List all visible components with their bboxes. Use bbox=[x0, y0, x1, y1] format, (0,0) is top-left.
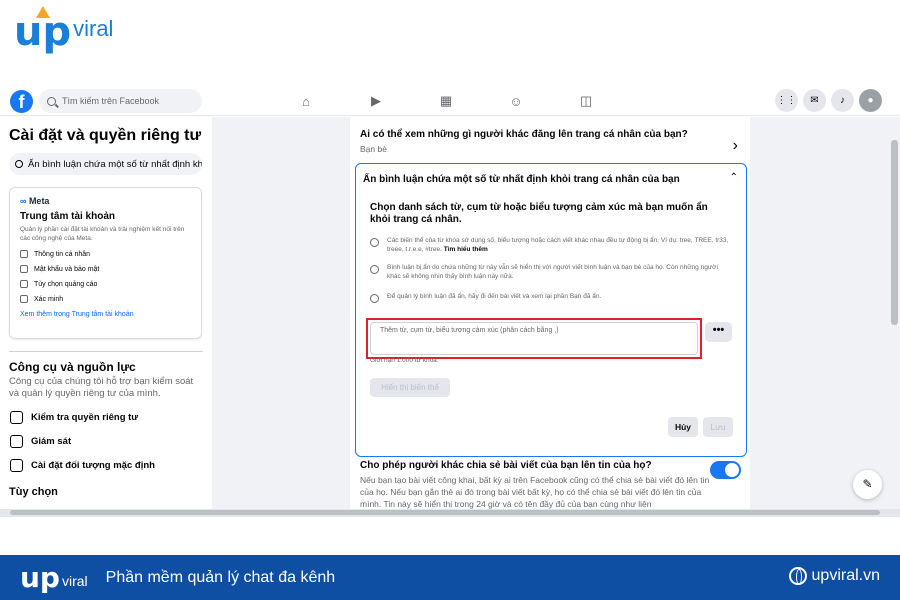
row-value: Bạn bè bbox=[360, 144, 387, 154]
row-desc: Nếu bạn tạo bài viết công khai, bất kỳ a… bbox=[360, 475, 710, 509]
search-placeholder: Tìm kiếm trên Facebook bbox=[62, 96, 160, 106]
comment-icon bbox=[370, 294, 379, 303]
chevron-right-icon: › bbox=[732, 137, 738, 154]
footer-banner: up viral Phần mềm quản lý chat đa kênh u… bbox=[0, 555, 900, 600]
sidebar-item-privacy-checkup[interactable]: Kiểm tra quyền riêng tư bbox=[10, 410, 212, 424]
account-center-card[interactable]: ∞ Meta Trung tâm tài khoản Quản lý phần … bbox=[9, 187, 202, 339]
info-variants: Các biến thể của từ khóa sử dụng số, biể… bbox=[370, 236, 730, 254]
footer-logo-main: up bbox=[20, 560, 60, 594]
menu-grid-icon[interactable]: ⋮⋮ bbox=[775, 89, 798, 112]
shield-icon bbox=[20, 265, 28, 273]
footer-site-text: upviral.vn bbox=[811, 567, 880, 584]
sidebar-item-default-audience[interactable]: Cài đặt đối tượng mặc định bbox=[10, 458, 212, 472]
settings-sidebar: Cài đặt và quyền riêng tư Ẩn bình luận c… bbox=[0, 117, 212, 509]
footer-logo-sub: viral bbox=[61, 572, 88, 589]
top-right-actions: ⋮⋮ ✉ ♪ ● bbox=[770, 89, 882, 112]
id-card-icon bbox=[20, 250, 28, 258]
tools-section-title: Công cụ và nguồn lực bbox=[9, 360, 136, 374]
eye-off-icon bbox=[370, 238, 379, 247]
messenger-icon[interactable]: ✉ bbox=[803, 89, 826, 112]
row-title: Ai có thể xem những gì người khác đăng l… bbox=[360, 129, 688, 140]
panel-title: Ẩn bình luận chứa một số từ nhất định kh… bbox=[363, 174, 680, 185]
info-text: Bình luận bị ẩn do chứa những từ này vẫn… bbox=[387, 264, 718, 280]
home-icon[interactable]: ⌂ bbox=[285, 91, 327, 111]
info-visibility: Bình luận bị ẩn do chứa những từ này vẫn… bbox=[370, 263, 730, 281]
account-item-password-security[interactable]: Mật khẩu và bảo mật bbox=[20, 265, 191, 273]
video-icon[interactable]: ▶ bbox=[355, 91, 397, 111]
chevron-up-icon[interactable]: ⌃ bbox=[730, 172, 738, 183]
info-text: Để quản lý bình luận đã ẩn, hãy đi đến b… bbox=[387, 293, 602, 300]
panel-question: Chọn danh sách từ, cụm từ hoặc biểu tượn… bbox=[370, 202, 708, 225]
cancel-button[interactable]: Hủy bbox=[668, 417, 698, 437]
sidebar-item-supervision[interactable]: Giám sát bbox=[10, 434, 212, 448]
divider bbox=[9, 351, 203, 352]
row-title: Cho phép người khác chia sẻ bài viết của… bbox=[360, 460, 652, 471]
vertical-scrollbar-thumb[interactable] bbox=[891, 140, 898, 325]
footer-website: upviral.vn bbox=[788, 567, 880, 585]
hide-comments-panel: Ẩn bình luận chứa một số từ nhất định kh… bbox=[355, 163, 747, 457]
settings-content: Ai có thể xem những gì người khác đăng l… bbox=[350, 117, 750, 509]
account-item-ad-preferences[interactable]: Tùy chọn quảng cáo bbox=[20, 280, 191, 288]
account-center-link[interactable]: Xem thêm trong Trung tâm tài khoản bbox=[20, 311, 191, 318]
gaming-icon[interactable]: ◫ bbox=[565, 91, 607, 111]
search-icon bbox=[15, 160, 23, 168]
show-variants-button[interactable]: Hiển thị biến thể bbox=[370, 378, 450, 397]
options-section-title: Tùy chọn bbox=[9, 486, 58, 498]
more-options-button[interactable]: ••• bbox=[705, 322, 732, 342]
profile-posts-visibility-row[interactable]: Ai có thể xem những gì người khác đăng l… bbox=[360, 129, 740, 154]
account-item-label: Thông tin cá nhân bbox=[34, 250, 91, 258]
sidebar-item-label: Kiểm tra quyền riêng tư bbox=[31, 411, 139, 423]
facebook-search-input[interactable]: Tìm kiếm trên Facebook bbox=[39, 89, 202, 113]
learn-more-link[interactable]: Tìm hiểu thêm bbox=[444, 246, 488, 253]
globe-icon bbox=[788, 567, 807, 585]
footer-tagline: Phần mềm quản lý chat đa kênh bbox=[105, 568, 336, 586]
upviral-logo: up viral bbox=[14, 6, 114, 55]
tools-section-desc: Công cụ của chúng tôi hỗ trợ bạn kiểm so… bbox=[9, 376, 194, 399]
sidebar-item-label: Giám sát bbox=[31, 435, 72, 447]
arrow-up-icon bbox=[36, 6, 50, 18]
profile-avatar[interactable]: ● bbox=[859, 89, 882, 112]
logo-sub-text: viral bbox=[73, 16, 114, 41]
info-manage: Để quản lý bình luận đã ẩn, hãy đi đến b… bbox=[370, 292, 730, 303]
logo-main-text: up bbox=[14, 9, 72, 55]
settings-search-input[interactable]: Ẩn bình luận chứa một số từ nhất định kh… bbox=[9, 153, 202, 175]
keyword-input-placeholder: Thêm từ, cụm từ, biểu tượng cảm xúc (phâ… bbox=[380, 327, 559, 334]
meta-logo: ∞ Meta bbox=[20, 196, 50, 206]
account-item-label: Mật khẩu và bảo mật bbox=[34, 265, 100, 273]
story-sharing-toggle[interactable] bbox=[710, 461, 741, 479]
main-nav: ⌂ ▶ ▦ ☺ ◫ bbox=[285, 91, 635, 111]
save-button[interactable]: Lưu bbox=[703, 417, 733, 437]
sidebar-title: Cài đặt và quyền riêng tư bbox=[9, 127, 202, 144]
keyword-limit-text: Giới hạn 1.000 từ khóa. bbox=[370, 357, 439, 364]
keyword-input-highlight: Thêm từ, cụm từ, biểu tượng cảm xúc (phâ… bbox=[366, 318, 702, 359]
account-item-label: Tùy chọn quảng cáo bbox=[34, 280, 98, 288]
facebook-top-bar: f Tìm kiếm trên Facebook ⌂ ▶ ▦ ☺ ◫ ⋮⋮ ✉ … bbox=[0, 86, 900, 116]
search-icon bbox=[47, 96, 56, 106]
footer-logo: up viral bbox=[20, 560, 88, 594]
marketplace-icon[interactable]: ▦ bbox=[425, 91, 467, 111]
meta-brand-text: Meta bbox=[28, 196, 50, 206]
edit-icon[interactable]: ✎ bbox=[853, 470, 882, 499]
gear-icon bbox=[10, 458, 23, 472]
eye-icon bbox=[370, 265, 379, 274]
info-text: Các biến thể của từ khóa sử dụng số, biể… bbox=[387, 237, 729, 253]
account-center-desc: Quản lý phần cài đặt tài khoản và trải n… bbox=[20, 226, 185, 242]
notifications-icon[interactable]: ♪ bbox=[831, 89, 854, 112]
brand-header: up viral bbox=[0, 0, 900, 86]
story-sharing-row: Cho phép người khác chia sẻ bài viết của… bbox=[360, 460, 710, 509]
horizontal-scrollbar-thumb[interactable] bbox=[10, 510, 880, 515]
spacer bbox=[0, 517, 900, 555]
monitor-icon bbox=[20, 280, 28, 288]
lock-icon bbox=[10, 410, 23, 424]
sidebar-item-label: Cài đặt đối tượng mặc định bbox=[31, 459, 155, 471]
account-item-verification[interactable]: Xác minh bbox=[20, 295, 191, 303]
account-center-title: Trung tâm tài khoản bbox=[20, 211, 116, 222]
settings-search-value: Ẩn bình luận chứa một số từ nhất định kh… bbox=[28, 158, 202, 170]
home-people-icon bbox=[10, 434, 23, 448]
check-circle-icon bbox=[20, 295, 28, 303]
account-item-personal-info[interactable]: Thông tin cá nhân bbox=[20, 250, 191, 258]
groups-icon[interactable]: ☺ bbox=[495, 91, 537, 111]
account-item-label: Xác minh bbox=[34, 295, 64, 303]
facebook-logo-icon[interactable]: f bbox=[10, 90, 33, 113]
